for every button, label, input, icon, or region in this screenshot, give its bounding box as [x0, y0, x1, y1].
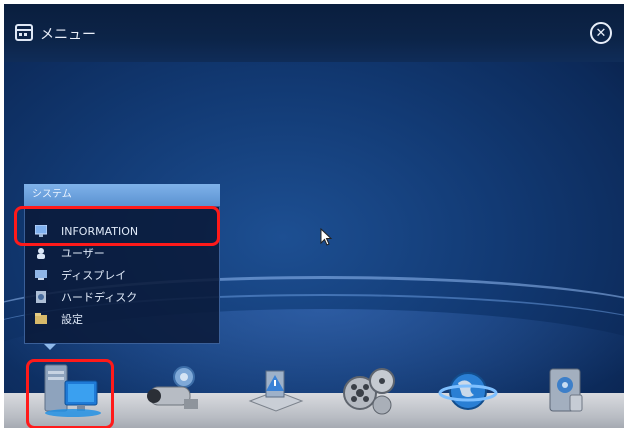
window-title: メニュー	[40, 27, 96, 43]
menu-item-label: ハードディスク	[61, 291, 138, 304]
speaker-device-icon	[549, 368, 583, 412]
film-reel-icon	[343, 368, 395, 415]
dock-item-recording[interactable]	[334, 355, 406, 425]
computer-icon	[44, 364, 101, 417]
dock-item-storage[interactable]	[530, 355, 602, 425]
globe-icon	[438, 372, 498, 410]
menu-item-information[interactable]: INFORMATION	[35, 221, 138, 241]
dock-item-system[interactable]	[34, 355, 106, 425]
menu-item-label: ディスプレイ	[61, 269, 127, 282]
dock-item-network[interactable]	[432, 355, 504, 425]
menu-window: メニュー ✕ システム INFORMATION ユーザー ディスプレイ ハードデ…	[4, 4, 624, 428]
settings-icon	[35, 313, 47, 324]
hard-disk-icon	[36, 291, 46, 303]
warning-device-icon	[248, 370, 304, 412]
dock-item-camera[interactable]	[140, 355, 212, 425]
menu-item-settings[interactable]: 設定	[35, 309, 83, 329]
menu-item-label: ユーザー	[61, 247, 105, 260]
menu-item-hard-disk[interactable]: ハードディスク	[35, 287, 137, 307]
display-icon	[35, 270, 47, 280]
title-bar: メニュー ✕	[4, 4, 624, 62]
menu-item-label: 設定	[61, 313, 83, 326]
camera-gear-icon	[147, 366, 198, 409]
mouse-cursor-icon	[320, 228, 333, 246]
main-dock	[4, 349, 624, 428]
submenu-list: INFORMATION ユーザー ディスプレイ ハードディスク 設定	[24, 206, 220, 344]
information-icon	[35, 225, 47, 237]
close-button[interactable]: ✕	[590, 22, 612, 44]
submenu-header: システム	[24, 184, 220, 206]
menu-item-display[interactable]: ディスプレイ	[35, 265, 126, 285]
dock-item-alarm[interactable]	[240, 355, 312, 425]
user-icon	[37, 248, 45, 259]
menu-item-label: INFORMATION	[61, 224, 139, 238]
close-icon: ✕	[595, 25, 607, 41]
calendar-icon	[15, 24, 33, 41]
screenshot: メニュー ✕ システム INFORMATION ユーザー ディスプレイ ハードデ…	[0, 0, 628, 432]
menu-item-user[interactable]: ユーザー	[35, 243, 105, 263]
system-submenu: システム INFORMATION ユーザー ディスプレイ ハードディスク 設定	[24, 184, 220, 344]
